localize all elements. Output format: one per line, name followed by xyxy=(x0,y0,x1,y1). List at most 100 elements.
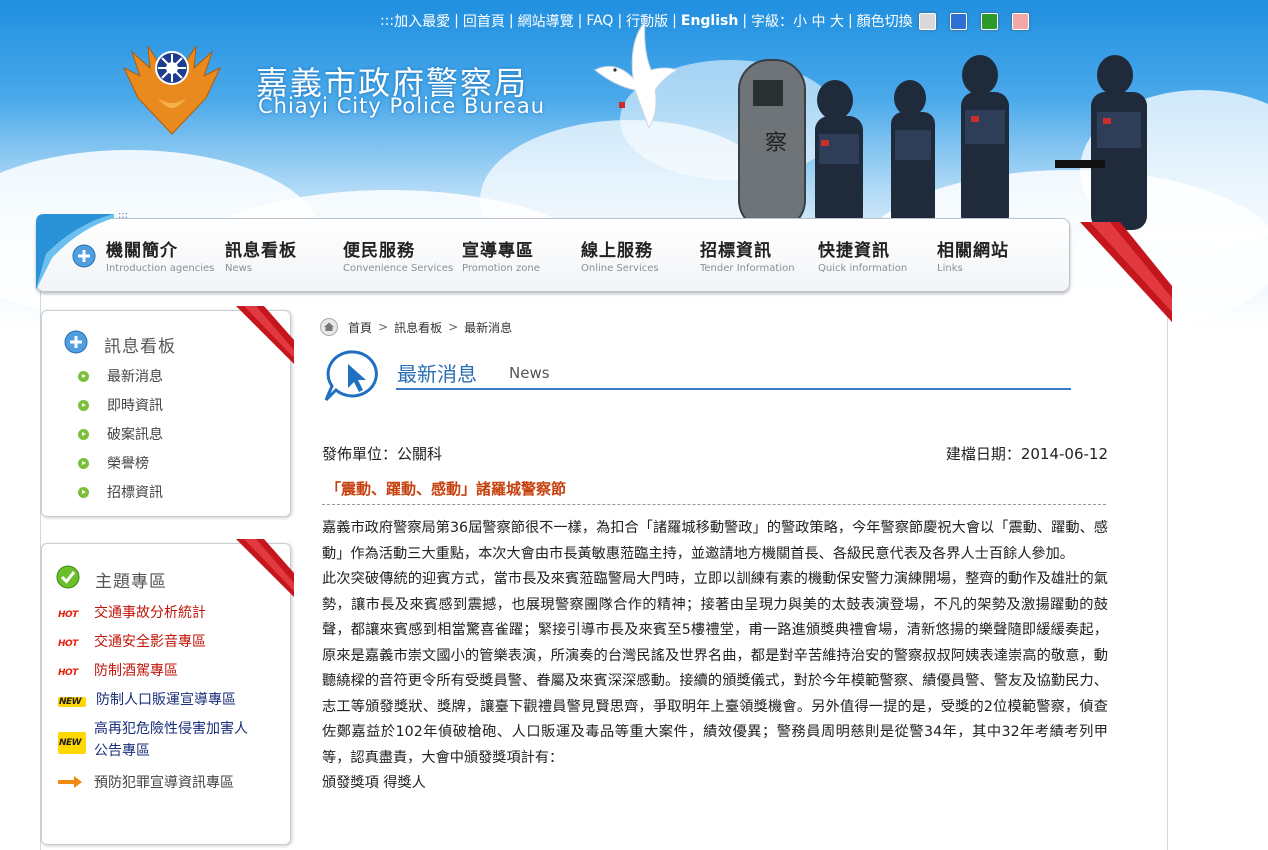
home-icon[interactable] xyxy=(320,318,338,336)
font-size-label: 字級： xyxy=(751,14,794,30)
color-swatch-green[interactable] xyxy=(980,12,998,30)
sidebar-item-latest-news[interactable]: 最新消息 xyxy=(78,366,163,386)
nav-sublabel: Promotion zone xyxy=(462,263,540,274)
publish-date: 建檔日期：2014-06-12 xyxy=(945,445,1108,463)
sidebar-news-title: 訊息看板 xyxy=(104,337,176,357)
sidebar-item-case-news[interactable]: 破案訊息 xyxy=(78,424,163,444)
nav-item-introduction[interactable]: 機關簡介 Introduction agencies xyxy=(106,236,214,274)
home-link[interactable]: 回首頁 xyxy=(463,11,505,31)
color-swatch-gray[interactable] xyxy=(918,12,936,30)
article-paragraph: 此次突破傳統的迎賓方式，當市長及來賓蒞臨警局大門時，立即以訓練有素的機動保安警力… xyxy=(322,571,1108,766)
nav-item-convenience-services[interactable]: 便民服務 Convenience Services xyxy=(343,236,453,274)
nav-item-promotion[interactable]: 宣導專區 Promotion zone xyxy=(462,236,540,274)
sitemap-link[interactable]: 網站導覽 xyxy=(518,11,574,31)
theme-item-label: 防制人口販運宣導專區 xyxy=(96,692,236,708)
nav-item-quick-info[interactable]: 快捷資訊 Quick information xyxy=(818,236,907,274)
theme-item-label: 交通事故分析統計 xyxy=(94,605,206,621)
add-favorite-link[interactable]: 加入最愛 xyxy=(394,11,450,31)
nav-sublabel: Quick information xyxy=(818,263,908,274)
sidebar-item-label: 榮譽榜 xyxy=(107,456,149,472)
font-large-link[interactable]: 大 xyxy=(830,11,844,31)
breadcrumb: 首頁 > 訊息看板 > 最新消息 xyxy=(320,318,512,336)
nav-label: 線上服務 xyxy=(581,241,653,261)
arrow-right-icon xyxy=(58,776,82,788)
sidebar-item-honor-roll[interactable]: 榮譽榜 xyxy=(78,453,149,473)
publish-unit: 發佈單位：公關科 xyxy=(322,445,443,463)
sidebar-theme-title: 主題專區 xyxy=(95,572,167,592)
theme-item-label: 防制酒駕專區 xyxy=(94,663,178,679)
breadcrumb-news-board[interactable]: 訊息看板 xyxy=(394,319,442,336)
site-title-english: Chiayi City Police Bureau xyxy=(258,94,546,118)
english-link[interactable]: English xyxy=(681,13,738,29)
nav-sublabel: Introduction agencies xyxy=(106,263,215,274)
arrow-bullet-icon xyxy=(78,371,89,382)
hot-badge-icon: HOT xyxy=(58,639,78,649)
sidebar-item-instant-info[interactable]: 即時資訊 xyxy=(78,395,163,415)
nav-sublabel: News xyxy=(225,263,253,274)
color-switch-label: 顏色切換 xyxy=(856,14,913,30)
sidebar-item-label: 即時資訊 xyxy=(107,398,163,414)
new-badge-icon: NEW xyxy=(58,732,86,754)
article-body: 嘉義市政府警察局第36屆警察節很不一樣，為扣合「諸羅城移動警政」的警政策略，今年… xyxy=(322,516,1108,797)
theme-item-label-line2: 公告專區 xyxy=(94,743,150,759)
speech-bubble-arrow-icon xyxy=(324,350,378,402)
breadcrumb-home[interactable]: 首頁 xyxy=(348,319,372,336)
nav-sublabel: Convenience Services xyxy=(343,263,454,274)
red-ribbon-decoration xyxy=(236,539,294,597)
theme-item-human-trafficking[interactable]: NEW 防制人口販運宣導專區 xyxy=(58,689,236,709)
add-circle-icon xyxy=(64,330,88,354)
hot-badge-icon: HOT xyxy=(58,610,78,620)
svg-text:察: 察 xyxy=(765,131,787,156)
arrow-bullet-icon xyxy=(78,458,89,469)
nav-item-online-services[interactable]: 線上服務 Online Services xyxy=(581,236,659,274)
nav-label: 招標資訊 xyxy=(700,241,772,261)
font-medium-link[interactable]: 中 xyxy=(812,11,826,31)
nav-label: 機關簡介 xyxy=(106,241,178,261)
nav-label: 相關網站 xyxy=(937,241,1009,261)
color-swatch-pink[interactable] xyxy=(1011,12,1029,30)
breadcrumb-current: 最新消息 xyxy=(464,320,513,335)
theme-item-label: 高再犯危險性侵害加害人 xyxy=(94,721,248,737)
sidebar-item-label: 招標資訊 xyxy=(107,485,163,501)
page-subtitle: News xyxy=(509,364,550,382)
add-circle-icon xyxy=(72,244,96,268)
nav-item-links[interactable]: 相關網站 Links xyxy=(937,236,1009,274)
police-emblem-logo[interactable] xyxy=(118,38,226,138)
theme-item-traffic-accident-stats[interactable]: HOT 交通事故分析統計 xyxy=(58,602,206,622)
accesskey-dots[interactable]: ::: xyxy=(380,13,394,29)
sidebar-item-tender-info[interactable]: 招標資訊 xyxy=(78,482,163,502)
color-swatch-blue[interactable] xyxy=(949,12,967,30)
nav-label: 便民服務 xyxy=(343,241,415,261)
nav-sublabel: Online Services xyxy=(581,263,659,274)
arrow-bullet-icon xyxy=(78,429,89,440)
theme-item-label: 交通安全影音專區 xyxy=(94,634,206,650)
sidebar-item-label: 最新消息 xyxy=(107,369,163,385)
nav-item-news[interactable]: 訊息看板 News xyxy=(225,236,297,274)
nav-sublabel: Tender Information xyxy=(700,263,795,274)
article-paragraph: 頒發獎項 得獎人 xyxy=(322,775,426,791)
article-title: 「震動、躍動、感動」諸羅城警察節 xyxy=(326,480,567,498)
theme-item-label: 預防犯罪宣導資訊專區 xyxy=(94,775,234,791)
nav-item-tender[interactable]: 招標資訊 Tender Information xyxy=(700,236,795,274)
page-title: 最新消息 xyxy=(397,362,477,386)
red-ribbon-decoration xyxy=(236,306,294,364)
arrow-bullet-icon xyxy=(78,487,89,498)
article-paragraph: 嘉義市政府警察局第36屆警察節很不一樣，為扣合「諸羅城移動警政」的警政策略，今年… xyxy=(322,520,1108,562)
nav-accesskey[interactable]: ::: xyxy=(118,210,128,221)
theme-item-drunk-driving[interactable]: HOT 防制酒駕專區 xyxy=(58,660,178,680)
nav-label: 訊息看板 xyxy=(225,241,297,261)
red-ribbon-decoration xyxy=(1080,222,1172,322)
dove-illustration xyxy=(594,20,679,130)
nav-label: 宣導專區 xyxy=(462,241,534,261)
new-badge-icon: NEW xyxy=(58,697,86,707)
theme-item-sex-offender-notice[interactable]: NEW 高再犯危險性侵害加害人 公告專區 xyxy=(58,718,248,762)
nav-sublabel: Links xyxy=(937,263,963,274)
font-small-link[interactable]: 小 xyxy=(793,11,807,31)
sidebar-item-label: 破案訊息 xyxy=(107,427,163,443)
nav-label: 快捷資訊 xyxy=(818,241,890,261)
theme-item-traffic-safety-media[interactable]: HOT 交通安全影音專區 xyxy=(58,631,206,651)
hot-badge-icon: HOT xyxy=(58,668,78,678)
check-circle-icon xyxy=(56,565,80,589)
theme-item-crime-prevention[interactable]: 預防犯罪宣導資訊專區 xyxy=(58,772,234,792)
title-underline xyxy=(396,388,1071,390)
